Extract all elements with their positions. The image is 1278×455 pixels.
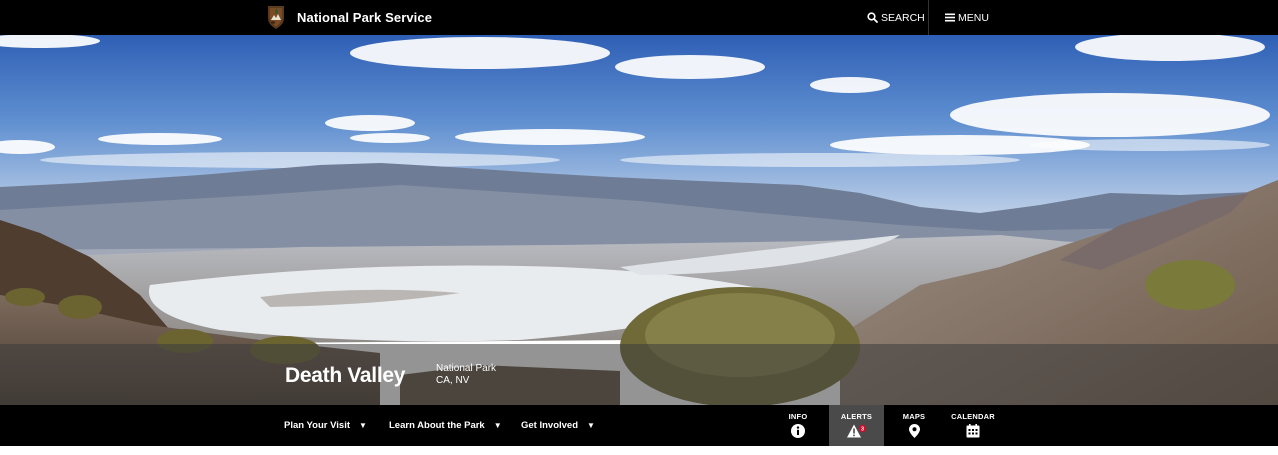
brand-name: National Park Service <box>297 10 433 25</box>
park-meta: National Park CA, NV <box>436 363 496 387</box>
top-header: National Park Service SEARCH MENU <box>0 0 1278 35</box>
nav-plan-your-visit[interactable]: Plan Your Visit ▼ <box>284 405 367 446</box>
search-button[interactable]: SEARCH <box>867 0 925 35</box>
title-band <box>0 344 1278 405</box>
menu-label: MENU <box>958 11 989 24</box>
alerts-label: ALERTS <box>840 412 873 421</box>
nav-get-involved[interactable]: Get Involved ▼ <box>521 405 595 446</box>
maps-label: MAPS <box>902 412 926 421</box>
caret-down-icon: ▼ <box>587 421 595 430</box>
home-link[interactable]: National Park Service <box>266 3 432 32</box>
nav-item-label: Get Involved <box>521 420 579 431</box>
nav-learn-about-the-park[interactable]: Learn About the Park ▼ <box>389 405 502 446</box>
alert-triangle-icon: 3 <box>846 424 866 438</box>
nav-item-label: Learn About the Park <box>389 420 485 431</box>
park-title: Death Valley <box>285 364 406 387</box>
calendar-button[interactable]: CALENDAR <box>948 405 998 446</box>
info-icon <box>791 424 805 438</box>
alerts-button[interactable]: ALERTS 3 <box>829 405 884 446</box>
info-button[interactable]: INFO <box>778 405 818 446</box>
park-location: CA, NV <box>436 375 470 386</box>
park-nav-bar: Plan Your Visit ▼ Learn About the Park ▼… <box>0 405 1278 446</box>
nps-arrowhead-icon <box>268 6 284 29</box>
caret-down-icon: ▼ <box>359 421 367 430</box>
top-actions: SEARCH MENU <box>867 0 1278 35</box>
search-icon <box>867 12 878 23</box>
hamburger-icon <box>945 13 955 22</box>
nav-item-label: Plan Your Visit <box>284 420 350 431</box>
hero-banner: Death Valley National Park CA, NV <box>0 35 1278 405</box>
menu-button[interactable]: MENU <box>945 0 989 35</box>
search-label: SEARCH <box>881 11 925 24</box>
header-divider <box>928 0 929 35</box>
info-label: INFO <box>788 412 808 421</box>
calendar-icon <box>966 424 980 438</box>
park-designation: National Park <box>436 363 497 374</box>
calendar-label: CALENDAR <box>951 412 995 421</box>
caret-down-icon: ▼ <box>493 421 502 430</box>
maps-button[interactable]: MAPS <box>894 405 934 446</box>
alert-count: 3 <box>860 426 863 432</box>
map-pin-icon <box>908 424 920 438</box>
